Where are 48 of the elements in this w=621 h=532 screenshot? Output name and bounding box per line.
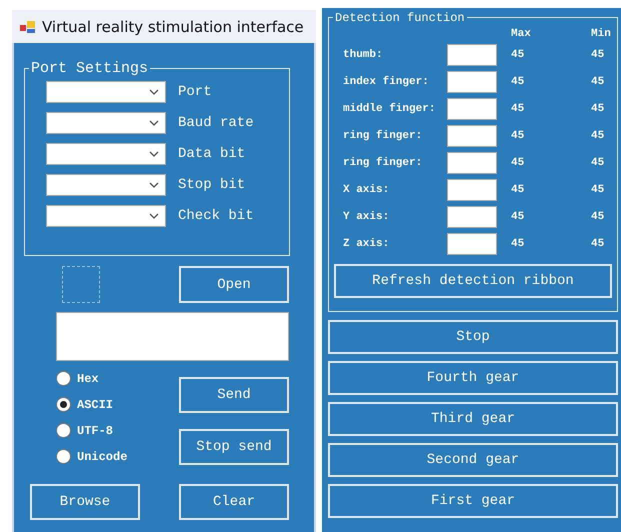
max-value: 45 xyxy=(511,184,526,196)
min-value: 45 xyxy=(591,76,606,88)
row-label: index finger: xyxy=(343,76,430,88)
gear-button[interactable]: Fourth gear xyxy=(328,361,618,395)
gear-button[interactable]: First gear xyxy=(328,484,618,518)
max-value: 45 xyxy=(511,130,526,142)
row-label: middle finger: xyxy=(343,103,436,115)
row-label: Y axis: xyxy=(343,211,390,223)
open-button[interactable]: Open xyxy=(179,266,289,303)
row-label: ring finger: xyxy=(343,157,424,169)
row-label: ring finger: xyxy=(343,130,424,142)
field-label: Baud rate xyxy=(178,115,254,131)
max-value: 45 xyxy=(511,76,526,88)
row-label: X axis: xyxy=(343,184,390,196)
field-label: Data bit xyxy=(178,146,246,162)
radio-option[interactable]: ASCII xyxy=(56,396,179,413)
min-value: 45 xyxy=(591,103,606,115)
min-value: 45 xyxy=(591,157,606,169)
max-value: 45 xyxy=(511,238,526,250)
clear-button[interactable]: Clear xyxy=(179,484,289,520)
min-value: 45 xyxy=(591,184,606,196)
max-value: 45 xyxy=(511,49,526,61)
browse-button[interactable]: Browse xyxy=(30,484,140,520)
column-header: Min xyxy=(591,28,612,42)
min-value: 45 xyxy=(591,49,606,61)
field-label: Stop bit xyxy=(178,177,246,193)
window-title: Virtual reality stimulation interface xyxy=(42,18,304,36)
refresh-button[interactable]: Refresh detection ribbon xyxy=(334,264,612,298)
group-title: Port Settings xyxy=(29,60,150,77)
min-value: 45 xyxy=(591,238,606,250)
gear-button[interactable]: Second gear xyxy=(328,443,618,477)
send-button[interactable]: Send xyxy=(179,377,289,413)
gear-button[interactable]: Third gear xyxy=(328,402,618,436)
min-value: 45 xyxy=(591,211,606,223)
radio-option[interactable]: Unicode xyxy=(56,448,179,465)
radio-option[interactable]: UTF-8 xyxy=(56,422,179,439)
field-label: Check bit xyxy=(178,208,254,224)
row-label: thumb: xyxy=(343,49,384,61)
column-header: Max xyxy=(511,28,532,42)
field-label: Port xyxy=(178,84,212,100)
radio-option[interactable]: Hex xyxy=(56,370,179,387)
max-value: 45 xyxy=(511,103,526,115)
min-value: 45 xyxy=(591,130,606,142)
stop-send-button[interactable]: Stop send xyxy=(179,429,289,465)
row-label: Z axis: xyxy=(343,238,390,250)
max-value: 45 xyxy=(511,157,526,169)
max-value: 45 xyxy=(511,211,526,223)
gear-button[interactable]: Stop xyxy=(328,320,618,354)
